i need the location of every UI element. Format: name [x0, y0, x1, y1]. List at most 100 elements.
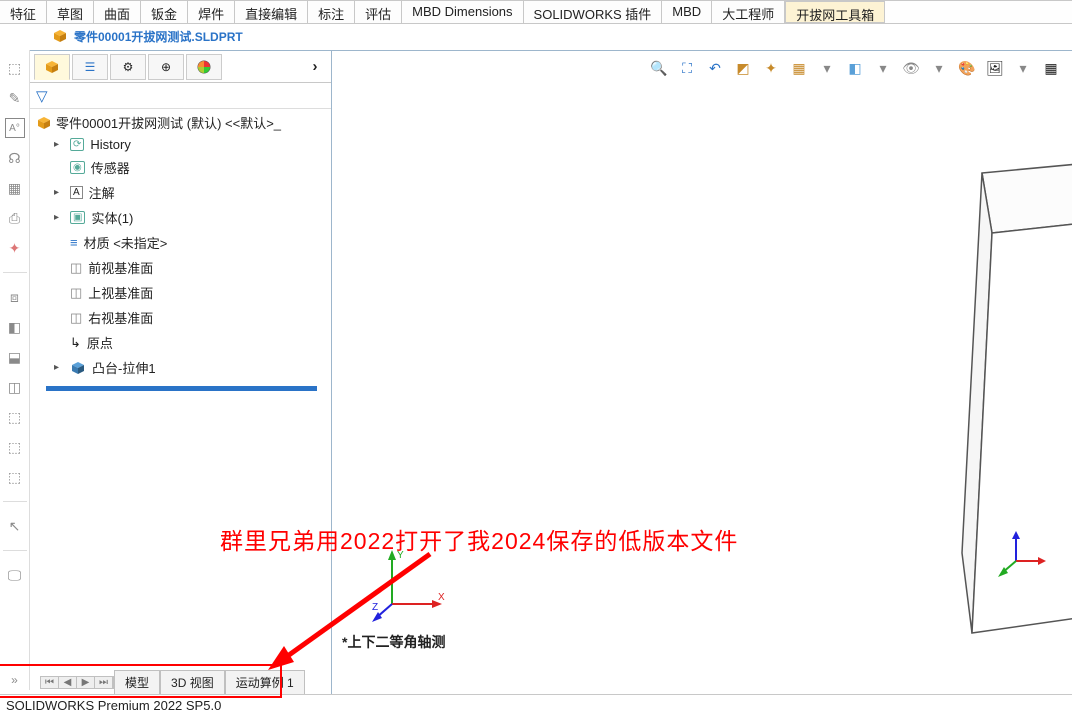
panel-tab-feature[interactable]	[34, 54, 70, 80]
panel-tab-property[interactable]: ☰	[72, 54, 108, 80]
section-icon[interactable]: ◩	[732, 57, 754, 79]
tab-sw-addins[interactable]: SOLIDWORKS 插件	[524, 1, 663, 23]
filter-icon[interactable]: ▽	[36, 87, 48, 105]
appearance-icon[interactable]: 🎨	[956, 57, 978, 79]
feature-manager-panel: ☰ ⚙ ⊕ › ▽ 零件00001开拔网测试 (默认) <<默认>_ ▸ ⟳ H…	[30, 51, 332, 694]
viewport[interactable]: 🔍 ⛶ ↶ ◩ ✦ ▦ ▾ ◧ ▾ 👁 ▾ 🎨 🖼 ▾ ▦	[332, 51, 1072, 694]
config-icon: ⚙	[123, 60, 134, 74]
panel-tabs: ☰ ⚙ ⊕ ›	[30, 51, 331, 83]
caret-icon: ▸	[54, 139, 64, 150]
tab-engineer[interactable]: 大工程师	[712, 1, 785, 23]
material-icon: ≡	[70, 235, 78, 250]
tab-mbd-dim[interactable]: MBD Dimensions	[402, 1, 523, 23]
tree-root-label: 零件00001开拔网测试 (默认) <<默认>_	[56, 113, 281, 132]
rail-icon-12[interactable]: ⬚	[5, 407, 25, 427]
tab-kaibawang[interactable]: 开拔网工具箱	[785, 1, 885, 23]
tree-item-material[interactable]: ≡ 材质 <未指定>	[32, 230, 329, 255]
rail-icon-9[interactable]: ◧	[5, 317, 25, 337]
dropdown-icon[interactable]: ▾	[928, 57, 950, 79]
rollback-bar[interactable]	[46, 386, 317, 391]
viewport-orientation-label: *上下二等角轴测	[342, 632, 445, 652]
tree-item-front[interactable]: ◫ 前视基准面	[32, 255, 329, 280]
plane-icon: ◫	[70, 285, 82, 301]
rail-icon-11[interactable]: ◫	[5, 377, 25, 397]
rail-icon-15[interactable]: ↖	[5, 516, 25, 536]
rail-icon-13[interactable]: ⬚	[5, 437, 25, 457]
document-tab[interactable]: 零件00001开拔网测试.SLDPRT	[44, 26, 251, 47]
panel-tab-display[interactable]: ⊕	[148, 54, 184, 80]
extrude-icon	[70, 360, 86, 376]
tab-directedit[interactable]: 直接编辑	[235, 1, 308, 23]
target-icon: ⊕	[161, 60, 171, 74]
dropdown-icon[interactable]: ▾	[1012, 57, 1034, 79]
dropdown-icon[interactable]: ▾	[872, 57, 894, 79]
eye-icon[interactable]: 👁	[900, 57, 922, 79]
tab-nav[interactable]: ⏮◀▶⏭	[40, 676, 114, 689]
bottom-tab-motion[interactable]: 运动算例 1	[225, 670, 305, 695]
render-icon[interactable]: ▦	[1040, 57, 1062, 79]
tree-root[interactable]: 零件00001开拔网测试 (默认) <<默认>_	[32, 111, 329, 134]
tab-sheetmetal[interactable]: 钣金	[141, 1, 188, 23]
zoom-area-icon[interactable]: ⛶	[676, 57, 698, 79]
svg-text:X: X	[438, 592, 445, 603]
tab-mbd[interactable]: MBD	[662, 1, 712, 23]
tree-label: 凸台-拉伸1	[92, 358, 156, 377]
rail-icon-7[interactable]: ✦	[5, 238, 25, 258]
tab-evaluate[interactable]: 评估	[355, 1, 402, 23]
plane-icon: ◫	[70, 310, 82, 326]
tree-label: 原点	[87, 333, 113, 352]
tab-surface[interactable]: 曲面	[94, 1, 141, 23]
display-style-icon[interactable]: ▦	[788, 57, 810, 79]
panel-tab-more[interactable]: ›	[303, 54, 327, 80]
tree-label: 注解	[89, 183, 115, 202]
axis-gizmo	[998, 529, 1048, 579]
bottom-tab-model[interactable]: 模型	[114, 670, 160, 695]
tree-item-annotations[interactable]: ▸ A 注解	[32, 180, 329, 205]
rail-expand-icon[interactable]: »	[5, 670, 25, 690]
ribbon-tabs: 特征 草图 曲面 钣金 焊件 直接编辑 标注 评估 MBD Dimensions…	[0, 0, 1072, 24]
part-icon	[36, 115, 52, 131]
tab-sketch[interactable]: 草图	[47, 1, 94, 23]
tree-item-right[interactable]: ◫ 右视基准面	[32, 305, 329, 330]
rail-icon-2[interactable]: ✎	[5, 88, 25, 108]
tree-item-extrude[interactable]: ▸ 凸台-拉伸1	[32, 355, 329, 380]
tab-weldment[interactable]: 焊件	[188, 1, 235, 23]
main-area: ☰ ⚙ ⊕ › ▽ 零件00001开拔网测试 (默认) <<默认>_ ▸ ⟳ H…	[30, 50, 1072, 694]
rail-icon-8[interactable]: ⧈	[5, 287, 25, 307]
bottom-tabs: ⏮◀▶⏭ 模型 3D 视图 运动算例 1	[40, 670, 305, 694]
rail-icon-16[interactable]: 🖵	[5, 565, 25, 585]
appearance-icon	[196, 59, 212, 75]
zoom-fit-icon[interactable]: 🔍	[648, 57, 670, 79]
rail-icon-14[interactable]: ⬚	[5, 467, 25, 487]
viewport-toolbar: 🔍 ⛶ ↶ ◩ ✦ ▦ ▾ ◧ ▾ 👁 ▾ 🎨 🖼 ▾ ▦	[648, 57, 1062, 79]
rail-icon-5[interactable]: ▦	[5, 178, 25, 198]
tab-features[interactable]: 特征	[0, 1, 47, 23]
rail-icon-10[interactable]: ⬓	[5, 347, 25, 367]
tree-item-history[interactable]: ▸ ⟳ History	[32, 134, 329, 155]
rail-icon-3[interactable]: A°	[5, 118, 25, 138]
origin-icon: ↳	[70, 335, 81, 351]
tree-label: 材质 <未指定>	[84, 233, 168, 252]
tab-annotate[interactable]: 标注	[308, 1, 355, 23]
rail-icon-6[interactable]: ⎙	[5, 208, 25, 228]
bottom-tab-3dview[interactable]: 3D 视图	[160, 670, 225, 695]
sensor-icon: ◉	[70, 161, 85, 174]
tree-item-bodies[interactable]: ▸ ▣ 实体(1)	[32, 205, 329, 230]
triad-icon: Y X Z	[372, 544, 452, 624]
feature-tree: 零件00001开拔网测试 (默认) <<默认>_ ▸ ⟳ History ◉ 传…	[30, 109, 331, 694]
tree-item-origin[interactable]: ↳ 原点	[32, 330, 329, 355]
rail-icon-1[interactable]: ⬚	[5, 58, 25, 78]
tree-item-sensors[interactable]: ◉ 传感器	[32, 155, 329, 180]
list-icon: ☰	[85, 60, 96, 74]
prev-view-icon[interactable]: ↶	[704, 57, 726, 79]
rail-icon-4[interactable]: ☊	[5, 148, 25, 168]
hide-show-icon[interactable]: ◧	[844, 57, 866, 79]
panel-tab-config[interactable]: ⚙	[110, 54, 146, 80]
tree-label: 传感器	[91, 158, 130, 177]
history-icon: ⟳	[70, 138, 84, 151]
tree-item-top[interactable]: ◫ 上视基准面	[32, 280, 329, 305]
panel-tab-appearance[interactable]	[186, 54, 222, 80]
dropdown-icon[interactable]: ▾	[816, 57, 838, 79]
scene-icon[interactable]: 🖼	[984, 57, 1006, 79]
view-orient-icon[interactable]: ✦	[760, 57, 782, 79]
